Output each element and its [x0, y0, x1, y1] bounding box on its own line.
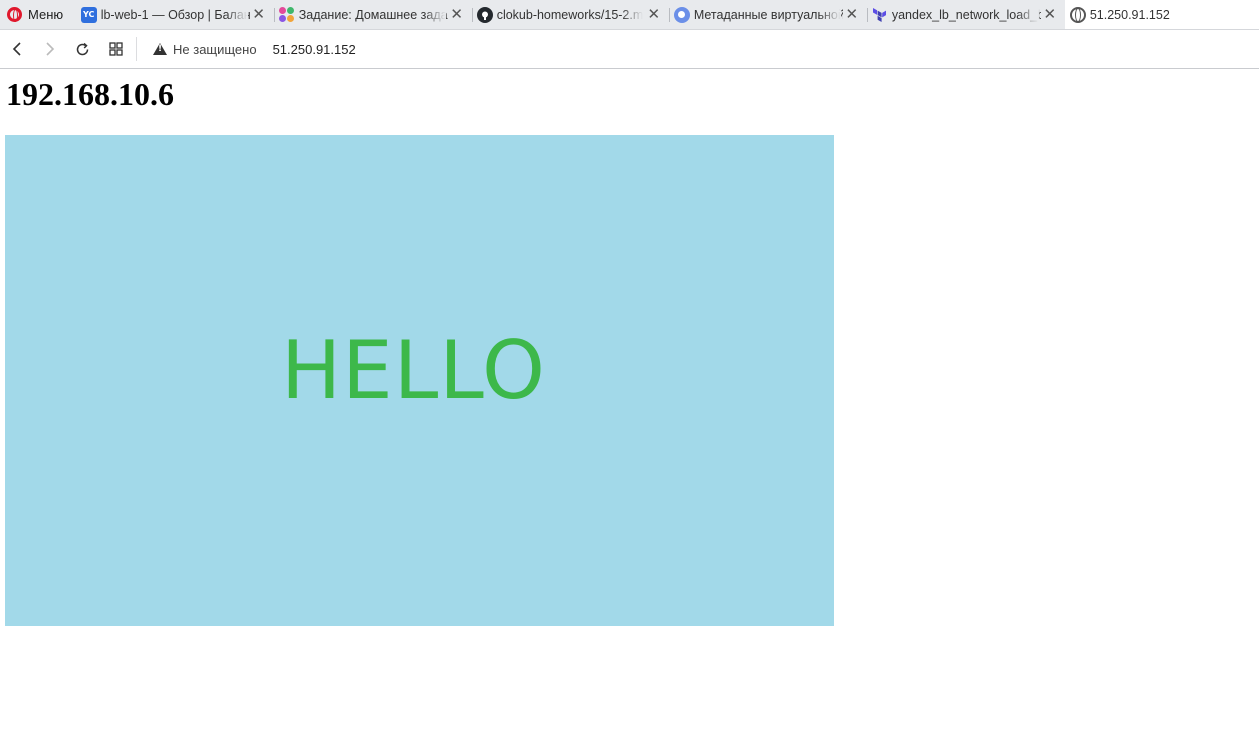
security-label: Не защищено: [173, 41, 257, 57]
github-icon: [476, 6, 493, 23]
address-bar-url[interactable]: 51.250.91.152: [273, 42, 356, 57]
close-tab-icon[interactable]: ✕: [1041, 6, 1059, 24]
hello-text: HELLO: [281, 324, 546, 417]
task-dots-icon: [278, 6, 295, 23]
tab-lb-web-1[interactable]: YC lb-web-1 — Обзор | Балан ✕: [76, 0, 274, 29]
globe-icon: [1069, 6, 1086, 23]
tab-title: 51.250.91.152: [1089, 7, 1170, 22]
page-content: 192.168.10.6 HELLO: [0, 70, 1259, 749]
terraform-icon: [872, 7, 888, 23]
reload-icon: [76, 42, 89, 55]
back-arrow-icon: [12, 42, 21, 56]
tab-strip: Меню YC lb-web-1 — Обзор | Балан ✕ Задан…: [0, 0, 1259, 30]
tab-github[interactable]: clokub-homeworks/15-2.m ✕: [471, 0, 669, 29]
yc-icon: YC: [80, 6, 97, 23]
reload-button[interactable]: [66, 34, 99, 64]
close-tab-icon[interactable]: ✕: [843, 6, 861, 24]
grid-icon: [108, 42, 123, 56]
security-indicator[interactable]: Не защищено: [147, 42, 263, 57]
toolbar-divider: [136, 37, 137, 61]
tab-metadata[interactable]: Метаданные виртуальной ✕: [668, 0, 867, 29]
forward-arrow-icon: [45, 42, 54, 56]
tab-overview-button[interactable]: [99, 34, 132, 64]
back-button[interactable]: [0, 34, 33, 64]
page-heading: 192.168.10.6: [6, 76, 174, 112]
hello-banner: HELLO: [5, 135, 834, 626]
close-tab-icon[interactable]: ✕: [645, 6, 663, 24]
close-tab-icon[interactable]: ✕: [448, 6, 466, 24]
tab-homework-task[interactable]: Задание: Домашнее задан ✕: [273, 0, 472, 29]
warning-icon: [153, 43, 167, 55]
opera-logo-icon: [7, 7, 22, 22]
forward-button[interactable]: [33, 34, 66, 64]
address-toolbar: Не защищено 51.250.91.152: [0, 30, 1259, 69]
tab-active-ip[interactable]: 51.250.91.152: [1064, 0, 1259, 29]
tab-terraform[interactable]: yandex_lb_network_load_b ✕: [866, 0, 1065, 29]
metadata-icon: [673, 6, 690, 23]
opera-menu-button[interactable]: Меню: [0, 0, 76, 29]
menu-label: Меню: [28, 7, 64, 22]
close-tab-icon[interactable]: ✕: [250, 6, 268, 24]
